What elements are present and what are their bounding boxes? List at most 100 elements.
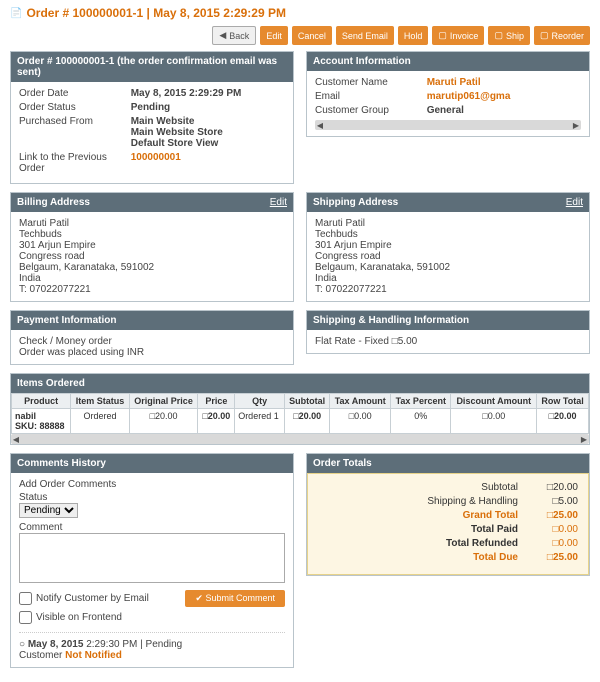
history-customer-label: Customer [19,650,62,661]
comments-box: Comments History Add Order Comments Stat… [10,453,294,668]
notify-label: Notify Customer by Email [36,593,149,604]
col-qty: Qty [235,394,285,409]
payment-text: Check / Money order Order was placed usi… [11,330,293,364]
col-discount: Discount Amount [451,394,537,409]
order-info-box: Order # 100000001-1 (the order confirmat… [10,51,294,184]
visible-label: Visible on Frontend [36,612,122,623]
order-date-value: May 8, 2015 2:29:29 PM [131,88,285,99]
prev-order-link[interactable]: 100000001 [131,152,181,163]
add-comments-label: Add Order Comments [19,479,285,490]
cell-oprice: □20.00 [129,409,198,434]
grand-total-label: Grand Total [398,510,518,521]
scroll-right-icon[interactable]: ▶ [579,434,589,444]
total-refunded-label: Total Refunded [398,538,518,549]
hold-button[interactable]: Hold [398,26,429,45]
scroll-left-icon[interactable]: ◀ [11,434,21,444]
total-refunded-value: □0.00 [528,538,578,549]
scroll-right-icon[interactable]: ▶ [571,120,581,130]
reorder-label: Reorder [551,31,584,41]
col-rowtotal: Row Total [537,394,589,409]
cell-taxpct: 0% [391,409,451,434]
items-scrollbar[interactable]: ◀▶ [11,434,589,444]
customer-group-label: Customer Group [315,105,427,116]
radio-icon: ○ [19,639,25,650]
edit-button[interactable]: Edit [260,26,288,45]
send-email-button[interactable]: Send Email [336,26,394,45]
payment-head: Payment Information [11,311,293,330]
account-info-head: Account Information [307,52,589,71]
total-due-value: □25.00 [528,552,578,563]
shipping-method-box: Shipping & Handling Information Flat Rat… [306,310,590,354]
cell-discount: □0.00 [451,409,537,434]
comment-textarea[interactable] [19,533,285,583]
col-subtotal: Subtotal [285,394,330,409]
shipping-address-box: Shipping AddressEdit Maruti Patil Techbu… [306,192,590,302]
order-status-value: Pending [131,102,285,113]
visible-checkbox[interactable] [19,611,32,624]
total-paid-value: □0.00 [528,524,578,535]
cell-product: nabil SKU: 88888 [12,409,71,434]
col-taxamt: Tax Amount [330,394,391,409]
shipping-value: □5.00 [528,496,578,507]
scroll-left-icon[interactable]: ◀ [315,120,325,130]
comment-status-select[interactable]: Pending [19,503,78,518]
col-product: Product [12,394,71,409]
shipping-method-text: Flat Rate - Fixed □5.00 [307,330,589,353]
grand-total-value: □25.00 [528,510,578,521]
history-item: ○ May 8, 2015 2:29:30 PM | Pending Custo… [19,632,285,661]
billing-text: Maruti Patil Techbuds 301 Arjun Empire C… [11,212,293,301]
cell-qty: Ordered 1 [235,409,285,434]
order-info-head: Order # 100000001-1 (the order confirmat… [11,52,293,82]
total-due-label: Total Due [398,552,518,563]
prev-order-label: Link to the Previous Order [19,152,131,174]
items-head: Items Ordered [11,374,589,393]
col-status: Item Status [71,394,129,409]
reorder-button[interactable]: ▢ Reorder [534,26,590,45]
customer-name-label: Customer Name [315,77,427,88]
submit-label: Submit Comment [205,593,275,603]
totals-head: Order Totals [307,454,589,473]
cell-status: Ordered [71,409,129,434]
shipping-edit-link[interactable]: Edit [566,197,583,208]
customer-email-link[interactable]: marutip061@gma [427,91,511,102]
history-time: 2:29:30 PM [86,639,137,650]
payment-info-box: Payment Information Check / Money order … [10,310,294,365]
shipping-method-head: Shipping & Handling Information [307,311,589,330]
order-status-label: Order Status [19,102,131,113]
col-oprice: Original Price [129,394,198,409]
col-taxpct: Tax Percent [391,394,451,409]
purchased-from-value: Main Website Main Website Store Default … [131,116,285,149]
history-notified: Not Notified [65,650,122,661]
notify-checkbox[interactable] [19,592,32,605]
shipping-text: Maruti Patil Techbuds 301 Arjun Empire C… [307,212,589,301]
customer-email-label: Email [315,91,427,102]
cell-price: □20.00 [198,409,235,434]
customer-name-link[interactable]: Maruti Patil [427,77,481,88]
history-status: Pending [146,639,183,650]
shipping-label: Shipping & Handling [398,496,518,507]
total-paid-label: Total Paid [398,524,518,535]
cancel-button[interactable]: Cancel [292,26,332,45]
invoice-button[interactable]: ▢ Invoice [432,26,484,45]
history-date: May 8, 2015 [28,639,84,650]
account-scrollbar[interactable]: ◀▶ [315,120,581,130]
customer-group-value: General [427,105,581,116]
submit-comment-button[interactable]: ✔ Submit Comment [185,590,285,607]
page-title: Order # 100000001-1 | May 8, 2015 2:29:2… [10,6,286,20]
order-totals-box: Order Totals Subtotal□20.00 Shipping & H… [306,453,590,576]
subtotal-value: □20.00 [528,482,578,493]
account-info-box: Account Information Customer NameMaruti … [306,51,590,137]
ship-label: Ship [506,31,524,41]
table-row: nabil SKU: 88888 Ordered □20.00 □20.00 O… [12,409,589,434]
invoice-label: Invoice [450,31,479,41]
cell-rowtotal: □20.00 [537,409,589,434]
order-date-label: Order Date [19,88,131,99]
items-ordered-box: Items Ordered Product Item Status Origin… [10,373,590,445]
comments-head: Comments History [11,454,293,473]
cell-taxamt: □0.00 [330,409,391,434]
billing-edit-link[interactable]: Edit [270,197,287,208]
ship-button[interactable]: ▢ Ship [488,26,530,45]
col-price: Price [198,394,235,409]
back-button[interactable]: ◀ Back [212,26,256,45]
comment-field-label: Comment [19,522,285,533]
